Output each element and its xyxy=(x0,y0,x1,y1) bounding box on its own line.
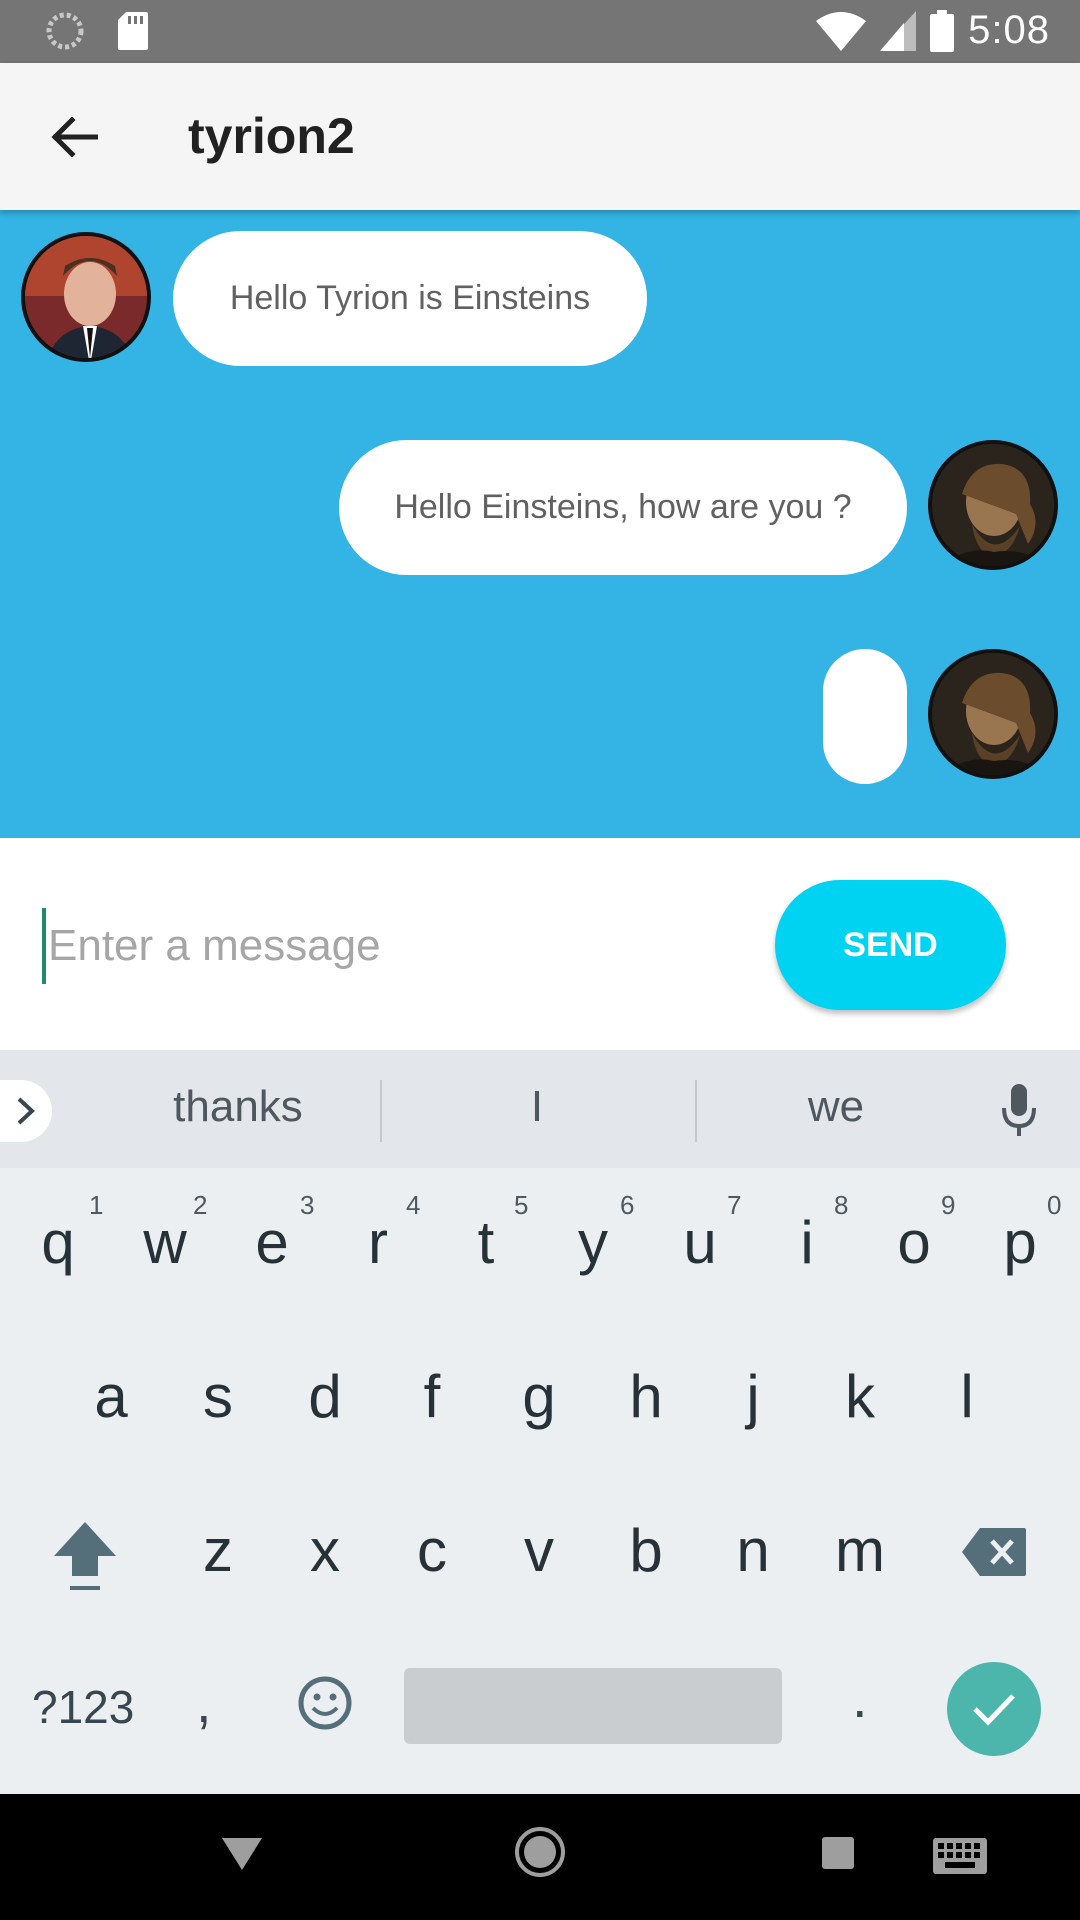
key-c[interactable]: c xyxy=(384,1516,480,1585)
send-button[interactable]: SEND xyxy=(775,880,1006,1010)
avatar[interactable] xyxy=(21,232,151,362)
key-hint: 7 xyxy=(727,1190,742,1220)
arrow-back-icon xyxy=(51,117,98,157)
home-circle-icon xyxy=(515,1827,565,1877)
key-k[interactable]: k xyxy=(812,1362,908,1431)
period-key[interactable]: . xyxy=(852,1665,868,1730)
nav-keyboard-button[interactable] xyxy=(933,1838,987,1874)
avatar-image xyxy=(932,653,1054,775)
navigation-bar xyxy=(0,1794,1080,1920)
key-j[interactable]: j xyxy=(705,1362,801,1431)
key-hint: 8 xyxy=(834,1190,849,1220)
avatar[interactable] xyxy=(928,440,1058,570)
suggestion-divider xyxy=(695,1080,697,1142)
message-text: Hello Einsteins, how are you ? xyxy=(394,488,852,526)
suggestion-strip: thanks I we xyxy=(0,1050,1080,1168)
loading-icon xyxy=(46,12,84,50)
key-hint: 4 xyxy=(406,1190,421,1220)
key-hint: 2 xyxy=(193,1190,208,1220)
comma-key[interactable]: , xyxy=(196,1670,212,1735)
key-a[interactable]: a xyxy=(63,1362,159,1431)
message-input[interactable] xyxy=(42,908,742,984)
check-icon xyxy=(973,1694,1015,1726)
page-title: tyrion2 xyxy=(188,108,355,164)
avatar[interactable] xyxy=(928,649,1058,779)
enter-button[interactable] xyxy=(947,1662,1041,1756)
key-m[interactable]: m xyxy=(812,1516,908,1585)
avatar-image xyxy=(932,444,1054,566)
message-bubble-sent-empty[interactable] xyxy=(823,649,907,784)
message-bubble-received[interactable]: Hello Tyrion is Einsteins xyxy=(173,231,647,366)
suggestion-word[interactable]: thanks xyxy=(108,1082,368,1132)
suggestion-divider xyxy=(380,1080,382,1142)
message-bubble-sent[interactable]: Hello Einsteins, how are you ? xyxy=(339,440,907,575)
chevron-right-icon xyxy=(17,1097,35,1125)
key-l[interactable]: l xyxy=(919,1362,1015,1431)
key-hint: 9 xyxy=(941,1190,956,1220)
keyboard-icon xyxy=(933,1838,987,1874)
key-hint: 6 xyxy=(620,1190,635,1220)
key-x[interactable]: x xyxy=(277,1516,373,1585)
nav-back-button[interactable] xyxy=(220,1834,264,1874)
space-bar[interactable] xyxy=(404,1668,782,1744)
symbols-key[interactable]: ?123 xyxy=(32,1680,134,1734)
soft-keyboard: thanks I we q 1 w 2 e 3 r 4 t 5 y 6 u 7 … xyxy=(0,1050,1080,1794)
back-button[interactable] xyxy=(44,107,104,167)
chat-message-list[interactable]: Hello Tyrion is Einsteins Hello Einstein… xyxy=(0,210,1080,838)
shift-icon[interactable] xyxy=(52,1520,118,1592)
emoji-icon[interactable] xyxy=(298,1676,352,1730)
clock: 5:08 xyxy=(968,8,1050,52)
key-f[interactable]: f xyxy=(384,1362,480,1431)
battery-icon xyxy=(930,9,955,52)
message-composer: SEND xyxy=(0,838,1080,1050)
sd-card-icon xyxy=(118,12,148,50)
nav-home-button[interactable] xyxy=(514,1826,566,1878)
key-s[interactable]: s xyxy=(170,1362,266,1431)
expand-suggestions-button[interactable] xyxy=(0,1080,52,1142)
key-hint: 1 xyxy=(89,1190,104,1220)
backspace-icon[interactable] xyxy=(962,1528,1026,1576)
nav-recents-button[interactable] xyxy=(821,1836,855,1870)
key-b[interactable]: b xyxy=(598,1516,694,1585)
key-n[interactable]: n xyxy=(705,1516,801,1585)
microphone-icon[interactable] xyxy=(1002,1084,1036,1136)
status-bar: 5:08 xyxy=(0,0,1080,63)
key-hint: 3 xyxy=(300,1190,315,1220)
avatar-image xyxy=(25,236,147,358)
app-bar: tyrion2 xyxy=(0,63,1080,210)
suggestion-word[interactable]: I xyxy=(407,1082,667,1132)
key-d[interactable]: d xyxy=(277,1362,373,1431)
back-triangle-icon xyxy=(222,1838,262,1870)
key-h[interactable]: h xyxy=(598,1362,694,1431)
wifi-icon xyxy=(816,11,867,51)
key-hint: 0 xyxy=(1047,1190,1062,1220)
message-text: Hello Tyrion is Einsteins xyxy=(229,279,591,317)
key-g[interactable]: g xyxy=(491,1362,587,1431)
signal-icon xyxy=(880,10,917,51)
key-hint: 5 xyxy=(514,1190,529,1220)
recents-square-icon xyxy=(822,1837,854,1869)
key-z[interactable]: z xyxy=(170,1516,266,1585)
suggestion-word[interactable]: we xyxy=(706,1082,966,1132)
key-v[interactable]: v xyxy=(491,1516,587,1585)
